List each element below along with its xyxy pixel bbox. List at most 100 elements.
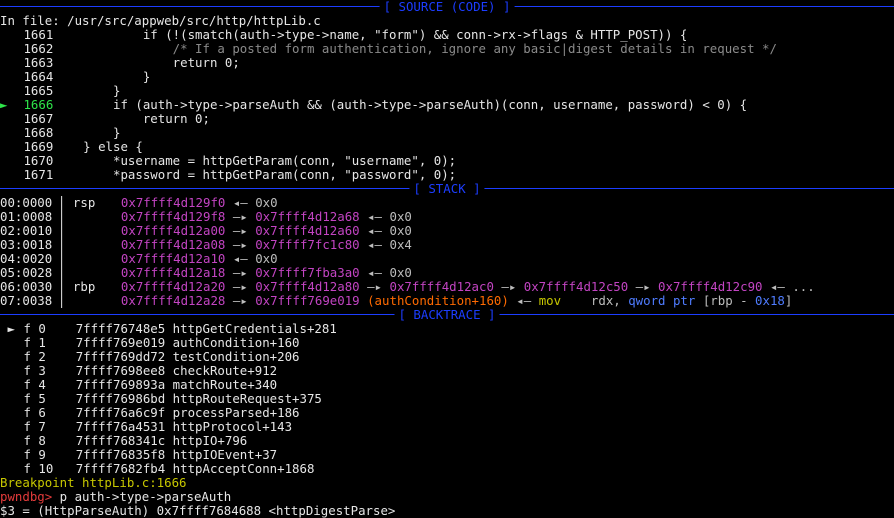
stack-chain: 0x7ffff4d12a28 —▸ 0x7ffff769e019 (authCo… xyxy=(121,294,792,308)
stack-chain-part: 0x7ffff4d12a20 xyxy=(120,280,226,294)
backtrace-rows: ► f 0 7ffff76748e5 httpGetCredentials+28… xyxy=(0,322,894,476)
prompt-label: pwndbg> xyxy=(0,490,53,504)
stack-chain-part: ◂— xyxy=(359,238,390,252)
stack-register xyxy=(73,238,121,252)
frame-address: 7ffff7698ee8 xyxy=(75,364,173,378)
stack-chain: 0x7ffff4d129f8 —▸ 0x7ffff4d12a68 ◂— 0x0 xyxy=(121,210,412,224)
frame-symbol: httpAcceptConn+1868 xyxy=(172,462,315,476)
source-banner: [ SOURCE (CODE) ] xyxy=(0,0,894,14)
stack-chain: 0x7ffff4d12a00 —▸ 0x7ffff4d12a60 ◂— 0x0 xyxy=(121,224,412,238)
command-line[interactable]: pwndbg> p auth->type->parseAuth xyxy=(0,490,894,504)
backtrace-frame[interactable]: f 10 7ffff7682fb4 httpAcceptConn+1868 xyxy=(0,462,894,476)
stack-chain-part: ◂— xyxy=(225,196,256,210)
line-code: return 0; xyxy=(53,112,210,126)
stack-chain-part: —▸ xyxy=(225,266,256,280)
stack-chain-part: ◂— xyxy=(359,266,390,280)
stack-chain-part: —▸ xyxy=(225,224,256,238)
stack-chain-part: —▸ xyxy=(359,280,390,294)
frame-address: 7ffff769e019 xyxy=(75,336,173,350)
backtrace-frame[interactable]: f 2 7ffff769dd72 testCondition+206 xyxy=(0,350,894,364)
stack-chain: 0x7ffff4d129f0 ◂— 0x0 xyxy=(121,196,278,210)
stack-chain-part: (authCondition+160) xyxy=(359,294,509,308)
backtrace-banner: [ BACKTRACE ] xyxy=(0,308,894,322)
line-code: if (auth->type->parseAuth && (auth->type… xyxy=(53,98,748,112)
stack-offset: 07:0038 xyxy=(0,294,53,308)
stack-chain-part: qword ptr xyxy=(628,294,703,308)
backtrace-frame[interactable]: f 7 7ffff76a4531 httpProtocol+143 xyxy=(0,420,894,434)
frame-address: 7ffff76748e5 xyxy=(75,322,173,336)
stack-panel: [ STACK ] 00:0000 │ rsp 0x7ffff4d129f0 ◂— … xyxy=(0,182,894,308)
backtrace-frame[interactable]: f 5 7ffff76986bd httpRouteRequest+375 xyxy=(0,392,894,406)
backtrace-frame[interactable]: f 8 7ffff768341c httpIO+796 xyxy=(0,434,894,448)
line-number: 1662 xyxy=(16,42,54,56)
line-code: } else { xyxy=(53,140,143,154)
stack-chain-part: 0x7ffff4d12a08 xyxy=(120,238,226,252)
source-file-line: In file: /usr/src/appweb/src/http/httpLi… xyxy=(0,14,321,28)
source-line: 1671 *password = httpGetParam(conn, "pas… xyxy=(0,168,894,182)
backtrace-frame[interactable]: f 9 7ffff76835f8 httpIOEvent+37 xyxy=(0,448,894,462)
stack-chain-part: ◂— xyxy=(359,224,390,238)
stack-chain-part: mov xyxy=(538,294,591,308)
frame-index: f 1 xyxy=(16,336,76,350)
backtrace-panel: [ BACKTRACE ] ► f 0 7ffff76748e5 httpGet… xyxy=(0,308,894,476)
stack-offset: 03:0018 xyxy=(0,238,53,252)
stack-chain-part: 0x0 xyxy=(389,224,412,238)
line-number: 1667 xyxy=(16,112,54,126)
stack-offset: 02:0010 xyxy=(0,224,53,238)
stack-offset: 00:0000 xyxy=(0,196,53,210)
line-number: 1669 xyxy=(16,140,54,154)
stack-chain-part: —▸ xyxy=(225,294,256,308)
stack-offset: 06:0030 xyxy=(0,280,53,294)
command-result: $3 = (HttpParseAuth) 0x7ffff7684688 <htt… xyxy=(0,504,396,518)
line-code: *username = httpGetParam(conn, "username… xyxy=(53,154,457,168)
stack-offset: 04:0020 xyxy=(0,252,53,266)
stack-separator: │ xyxy=(58,280,73,294)
backtrace-frame[interactable]: f 1 7ffff769e019 authCondition+160 xyxy=(0,336,894,350)
stack-offset: 01:0008 xyxy=(0,210,53,224)
frame-symbol: httpProtocol+143 xyxy=(172,420,293,434)
stack-chain-part: 0x7ffff7fba3a0 xyxy=(255,266,360,280)
source-line: 1663 return 0; xyxy=(0,56,894,70)
backtrace-frame[interactable]: f 6 7ffff76a6c9f processParsed+186 xyxy=(0,406,894,420)
frame-symbol: httpIO+796 xyxy=(172,434,248,448)
stack-register xyxy=(73,266,121,280)
stack-row: 06:0030 │ rbp 0x7ffff4d12a20 —▸ 0x7ffff4d1… xyxy=(0,280,894,294)
frame-address: 7ffff769dd72 xyxy=(75,350,173,364)
stack-banner-label: [ STACK ] xyxy=(409,182,485,196)
stack-chain-part: 0x7ffff4d12a10 xyxy=(120,252,226,266)
stack-chain-part: —▸ xyxy=(225,238,256,252)
stack-chain-part: 0x7ffff4d129f8 xyxy=(120,210,226,224)
frame-symbol: checkRoute+912 xyxy=(172,364,278,378)
frame-index: f 10 xyxy=(16,462,76,476)
backtrace-frame[interactable]: f 4 7ffff769893a matchRoute+340 xyxy=(0,378,894,392)
backtrace-banner-label: [ BACKTRACE ] xyxy=(394,308,500,322)
stack-chain-part: 0x7ffff4d12a00 xyxy=(120,224,226,238)
stack-chain-part: —▸ xyxy=(225,210,256,224)
backtrace-frame[interactable]: f 3 7ffff7698ee8 checkRoute+912 xyxy=(0,364,894,378)
line-code: } xyxy=(53,84,121,98)
console-panel[interactable]: Breakpoint httpLib.c:1666 pwndbg> p auth… xyxy=(0,476,894,518)
stack-chain-part: 0x0 xyxy=(255,252,278,266)
stack-chain-part: 0x18 xyxy=(755,294,785,308)
stack-chain-part: 0x7ffff4d12a18 xyxy=(120,266,226,280)
frame-index: f 6 xyxy=(16,406,76,420)
stack-chain-part: ◂— ... xyxy=(762,280,815,294)
frame-index: f 4 xyxy=(16,378,76,392)
line-code: *password = httpGetParam(conn, "password… xyxy=(53,168,457,182)
frame-marker: ► xyxy=(0,322,15,336)
backtrace-frame[interactable]: ► f 0 7ffff76748e5 httpGetCredentials+28… xyxy=(0,322,894,336)
stack-chain: 0x7ffff4d12a08 —▸ 0x7ffff7fc1c80 ◂— 0x4 xyxy=(121,238,412,252)
source-line: 1661 if (!(smatch(auth->type->name, "for… xyxy=(0,28,894,42)
source-line: 1670 *username = httpGetParam(conn, "use… xyxy=(0,154,894,168)
command-text[interactable]: p auth->type->parseAuth xyxy=(52,490,232,504)
source-line: 1664 } xyxy=(0,70,894,84)
stack-chain-part: —▸ xyxy=(225,280,256,294)
frame-index: f 0 xyxy=(16,322,76,336)
line-number: 1664 xyxy=(16,70,54,84)
stack-register xyxy=(73,252,121,266)
frame-index: f 3 xyxy=(16,364,76,378)
frame-address: 7ffff768341c xyxy=(75,434,173,448)
stack-register: rbp xyxy=(72,280,96,294)
stack-row: 05:0028 │ 0x7ffff4d12a18 —▸ 0x7ffff7fba3a… xyxy=(0,266,894,280)
line-number: 1661 xyxy=(16,28,54,42)
